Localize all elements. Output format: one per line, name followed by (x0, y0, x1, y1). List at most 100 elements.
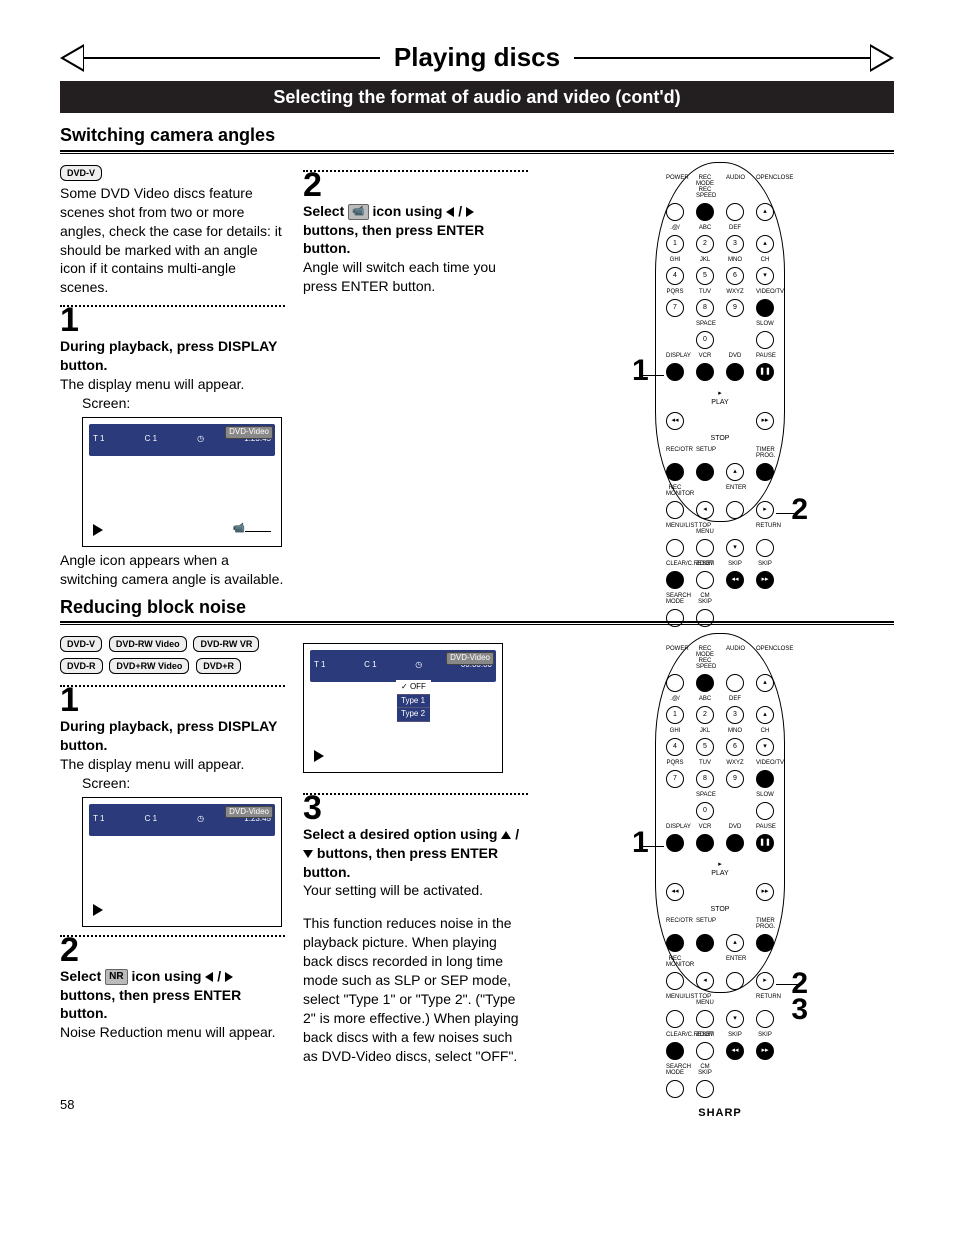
topmenu-button[interactable] (696, 539, 714, 557)
btn-label: GHI (666, 257, 684, 263)
pause-button[interactable]: ❚❚ (756, 363, 774, 381)
btn-label (756, 485, 774, 497)
up-button[interactable]: ▴ (726, 463, 744, 481)
skipfwd-button[interactable]: ▸▸ (756, 571, 774, 589)
skipfwd-button[interactable]: ▸▸ (756, 1042, 774, 1060)
digit-9[interactable]: 9 (726, 299, 744, 317)
display-button[interactable] (666, 363, 684, 381)
digit-9[interactable]: 9 (726, 770, 744, 788)
setup-button[interactable] (696, 463, 714, 481)
topmenu-button[interactable] (696, 1010, 714, 1028)
rec-button[interactable] (666, 463, 684, 481)
digit-5[interactable]: 5 (696, 738, 714, 756)
screen-label: Screen: (82, 394, 285, 413)
recmode-button[interactable] (696, 203, 714, 221)
recmon-button[interactable] (666, 501, 684, 519)
digit-8[interactable]: 8 (696, 299, 714, 317)
videotv-button[interactable] (756, 770, 774, 788)
audio-button[interactable] (726, 674, 744, 692)
up-button[interactable]: ▴ (726, 934, 744, 952)
digit-4[interactable]: 4 (666, 267, 684, 285)
digit-5[interactable]: 5 (696, 267, 714, 285)
digit-3[interactable]: 3 (726, 706, 744, 724)
return-button[interactable] (756, 1010, 774, 1028)
rew-button[interactable]: ◂◂ (666, 883, 684, 901)
angles-step2-body: Angle will switch each time you press EN… (303, 258, 528, 296)
openclose-button[interactable]: ▴ (756, 674, 774, 692)
digit-0[interactable]: 0 (696, 331, 714, 349)
rew-button[interactable]: ◂◂ (666, 412, 684, 430)
digit-1[interactable]: 1 (666, 706, 684, 724)
search-button[interactable] (666, 609, 684, 627)
play-icon (93, 524, 103, 536)
cmskip-button[interactable] (696, 1080, 714, 1098)
ch-down[interactable]: ▾ (756, 267, 774, 285)
digit-2[interactable]: 2 (696, 706, 714, 724)
digit-7[interactable]: 7 (666, 299, 684, 317)
vcr-button[interactable] (696, 834, 714, 852)
ff-button[interactable]: ▸▸ (756, 883, 774, 901)
menu-button[interactable] (666, 1010, 684, 1028)
enter-button[interactable] (726, 501, 744, 519)
digit-6[interactable]: 6 (726, 267, 744, 285)
digit-1[interactable]: 1 (666, 235, 684, 253)
btn-label: .@/ (666, 696, 684, 702)
recmon-button[interactable] (666, 972, 684, 990)
skipback-button[interactable]: ◂◂ (726, 1042, 744, 1060)
down-button[interactable]: ▾ (726, 1010, 744, 1028)
step-number-1: 1 (60, 303, 285, 337)
zoom-button[interactable] (696, 1042, 714, 1060)
right-button[interactable]: ▸ (756, 972, 774, 990)
clear-button[interactable] (666, 1042, 684, 1060)
timer-button[interactable] (756, 934, 774, 952)
disc-badge: DVD-RW Video (109, 636, 187, 652)
clear-button[interactable] (666, 571, 684, 589)
slow-button[interactable] (756, 331, 774, 349)
digit-6[interactable]: 6 (726, 738, 744, 756)
skipback-button[interactable]: ◂◂ (726, 571, 744, 589)
display-button[interactable] (666, 834, 684, 852)
btn-label: REC/OTR (666, 447, 684, 459)
ch-up[interactable]: ▴ (756, 235, 774, 253)
digit-0[interactable]: 0 (696, 802, 714, 820)
pause-button[interactable]: ❚❚ (756, 834, 774, 852)
digit-3[interactable]: 3 (726, 235, 744, 253)
recmode-button[interactable] (696, 674, 714, 692)
slow-button[interactable] (756, 802, 774, 820)
osd-title-chapter: C 1 (145, 434, 157, 445)
audio-button[interactable] (726, 203, 744, 221)
ch-down[interactable]: ▾ (756, 738, 774, 756)
zoom-button[interactable] (696, 571, 714, 589)
enter-button[interactable] (726, 972, 744, 990)
left-button[interactable]: ◂ (696, 972, 714, 990)
digit-7[interactable]: 7 (666, 770, 684, 788)
ff-button[interactable]: ▸▸ (756, 412, 774, 430)
menu-button[interactable] (666, 539, 684, 557)
play-label: ▸PLAY (666, 389, 774, 408)
power-button[interactable] (666, 674, 684, 692)
openclose-button[interactable]: ▴ (756, 203, 774, 221)
left-arrow-icon (205, 972, 213, 982)
search-button[interactable] (666, 1080, 684, 1098)
osd-screen: T 1 C 1 ◷ 1:23:45 DVD-Video (82, 797, 282, 927)
ch-up[interactable]: ▴ (756, 706, 774, 724)
btn-label (726, 523, 744, 535)
videotv-button[interactable] (756, 299, 774, 317)
cmskip-button[interactable] (696, 609, 714, 627)
btn-label: SLOW (756, 321, 774, 327)
left-button[interactable]: ◂ (696, 501, 714, 519)
power-button[interactable] (666, 203, 684, 221)
timer-button[interactable] (756, 463, 774, 481)
down-button[interactable]: ▾ (726, 539, 744, 557)
digit-8[interactable]: 8 (696, 770, 714, 788)
text: Select (303, 203, 344, 219)
setup-button[interactable] (696, 934, 714, 952)
dvd-button[interactable] (726, 834, 744, 852)
right-button[interactable]: ▸ (756, 501, 774, 519)
digit-4[interactable]: 4 (666, 738, 684, 756)
vcr-button[interactable] (696, 363, 714, 381)
return-button[interactable] (756, 539, 774, 557)
dvd-button[interactable] (726, 363, 744, 381)
rec-button[interactable] (666, 934, 684, 952)
digit-2[interactable]: 2 (696, 235, 714, 253)
